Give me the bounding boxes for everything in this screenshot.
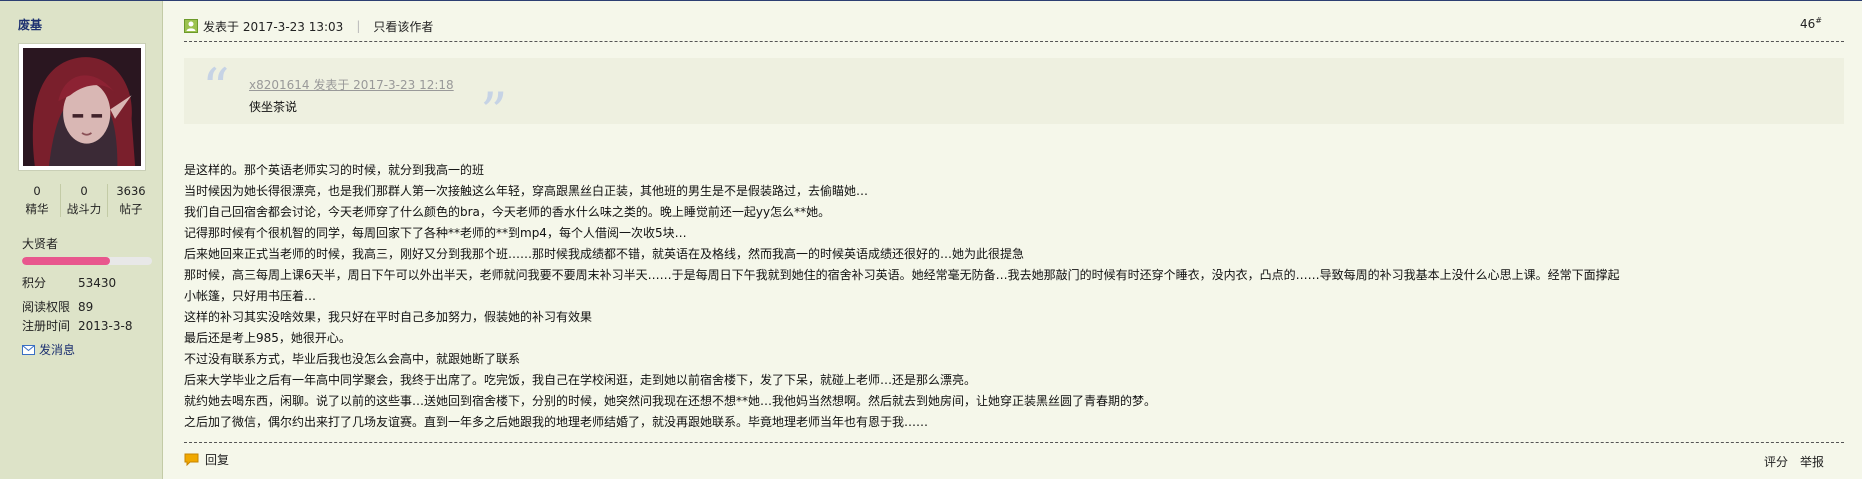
- author-sidebar: 废基 0 精华 0 战斗力 3636 帖子 大贤者 积分 53430 阅读权限 …: [0, 1, 163, 479]
- stat-value: 0: [80, 184, 88, 198]
- post-line: 后来大学毕业之后有一年高中同学聚会，我终于出席了。吃完饭，我自己在学校闲逛，走到…: [184, 373, 977, 387]
- send-message-link[interactable]: 发消息: [22, 341, 75, 358]
- post-line: 最后还是考上985，她很开心。: [184, 331, 351, 345]
- report-link[interactable]: 举报: [1800, 453, 1824, 470]
- send-message-label: 发消息: [39, 343, 76, 357]
- post-line: 小帐篷，只好用书压着…: [184, 289, 317, 303]
- quote-block: “ x8201614 发表于 2017-3-23 12:18 侠坐茶说 ”: [184, 57, 1844, 140]
- speech-bubble-icon: [184, 453, 199, 466]
- only-author-link[interactable]: 只看该作者: [373, 18, 433, 35]
- info-value: 53430: [78, 276, 117, 290]
- info-value: 89: [78, 300, 94, 314]
- post-header: 发表于 2017-3-23 13:03 | 只看该作者 46#: [184, 16, 1844, 36]
- post-line: 记得那时候有个很机智的同学，每周回家下了各种**老师的**到mp4，每个人借阅一…: [184, 226, 687, 240]
- header-divider-line: [184, 41, 1844, 42]
- post-line: 那时候，高三每周上课6天半，周日下午可以外出半天，老师就问我要不要周末补习半天……: [184, 268, 1620, 282]
- info-key: 阅读权限: [22, 300, 71, 314]
- stat-label: 帖子: [119, 202, 143, 216]
- info-points: 积分 53430: [22, 274, 116, 291]
- rate-link[interactable]: 评分: [1764, 453, 1788, 470]
- stat-posts[interactable]: 3636 帖子: [107, 184, 154, 217]
- stat-combat-power[interactable]: 0 战斗力: [60, 184, 107, 217]
- post-content-area: 发表于 2017-3-23 13:03 | 只看该作者 46# “ x82016…: [184, 1, 1844, 479]
- header-divider: |: [356, 19, 361, 33]
- info-key: 注册时间: [22, 319, 71, 333]
- post-timestamp: 发表于 2017-3-23 13:03: [203, 19, 344, 34]
- envelope-icon: [22, 344, 35, 355]
- stat-value: 0: [33, 184, 41, 198]
- floor-number-value: 46: [1800, 17, 1816, 31]
- info-value: 2013-3-8: [78, 319, 133, 333]
- info-key: 积分: [22, 276, 47, 290]
- forum-post: 废基 0 精华 0 战斗力 3636 帖子 大贤者 积分 53430 阅读权限 …: [0, 0, 1862, 479]
- reply-label: 回复: [205, 453, 230, 467]
- quote-author-link[interactable]: x8201614 发表于 2017-3-23 12:18: [249, 76, 454, 93]
- open-quote-icon: “: [202, 57, 230, 120]
- rank-progress-bar: [22, 257, 152, 265]
- user-badge-icon: [184, 19, 198, 33]
- post-line: 当时候因为她长得很漂亮，也是我们那群人第一次接触这么年轻，穿高跟黑丝白正装，其他…: [184, 184, 869, 198]
- rank-progress-fill: [22, 257, 111, 265]
- avatar-image: [23, 48, 141, 166]
- avatar[interactable]: [18, 43, 146, 171]
- post-line: 是这样的。那个英语老师实习的时候，就分到我高一的班: [184, 163, 485, 177]
- stat-label: 战斗力: [66, 202, 102, 216]
- reply-button[interactable]: 回复: [184, 451, 229, 468]
- quote-text: 侠坐茶说: [249, 100, 298, 114]
- author-name[interactable]: 废基: [18, 16, 42, 33]
- author-stats: 0 精华 0 战斗力 3636 帖子: [14, 184, 154, 217]
- stat-digest[interactable]: 0 精华: [14, 184, 60, 217]
- floor-number[interactable]: 46#: [1800, 16, 1822, 31]
- post-body: 是这样的。那个英语老师实习的时候，就分到我高一的班 当时候因为她长得很漂亮，也是…: [184, 160, 1844, 433]
- stat-value: 3636: [116, 184, 146, 198]
- post-line: 后来她回来正式当老师的时候，我高三，刚好又分到我那个班……那时候我成绩都不错，就…: [184, 247, 1025, 261]
- post-line: 不过没有联系方式，毕业后我也没怎么会高中，就跟她断了联系: [184, 352, 521, 366]
- post-line: 之后加了微信，偶尔约出来打了几场友谊赛。直到一年多之后她跟我的地理老师结婚了，就…: [184, 415, 929, 429]
- post-line: 这样的补习其实没啥效果，我只好在平时自己多加努力，假装她的补习有效果: [184, 310, 593, 324]
- post-line: 就约她去喝东西，闲聊。说了以前的这些事…送她回到宿舍楼下，分别的时候，她突然问我…: [184, 394, 1157, 408]
- post-line: 我们自己回宿舍都会讨论，今天老师穿了什么颜色的bra，今天老师的香水什么味之类的…: [184, 205, 831, 219]
- post-footer: 回复 评分 举报: [184, 451, 1844, 471]
- rank-title[interactable]: 大贤者: [22, 235, 58, 252]
- footer-divider-line: [184, 442, 1844, 443]
- stat-label: 精华: [25, 202, 49, 216]
- floor-suffix: #: [1815, 16, 1822, 25]
- info-read-permission: 阅读权限 89: [22, 298, 93, 315]
- info-register-date: 注册时间 2013-3-8: [22, 317, 132, 334]
- close-quote-icon: ”: [480, 81, 508, 144]
